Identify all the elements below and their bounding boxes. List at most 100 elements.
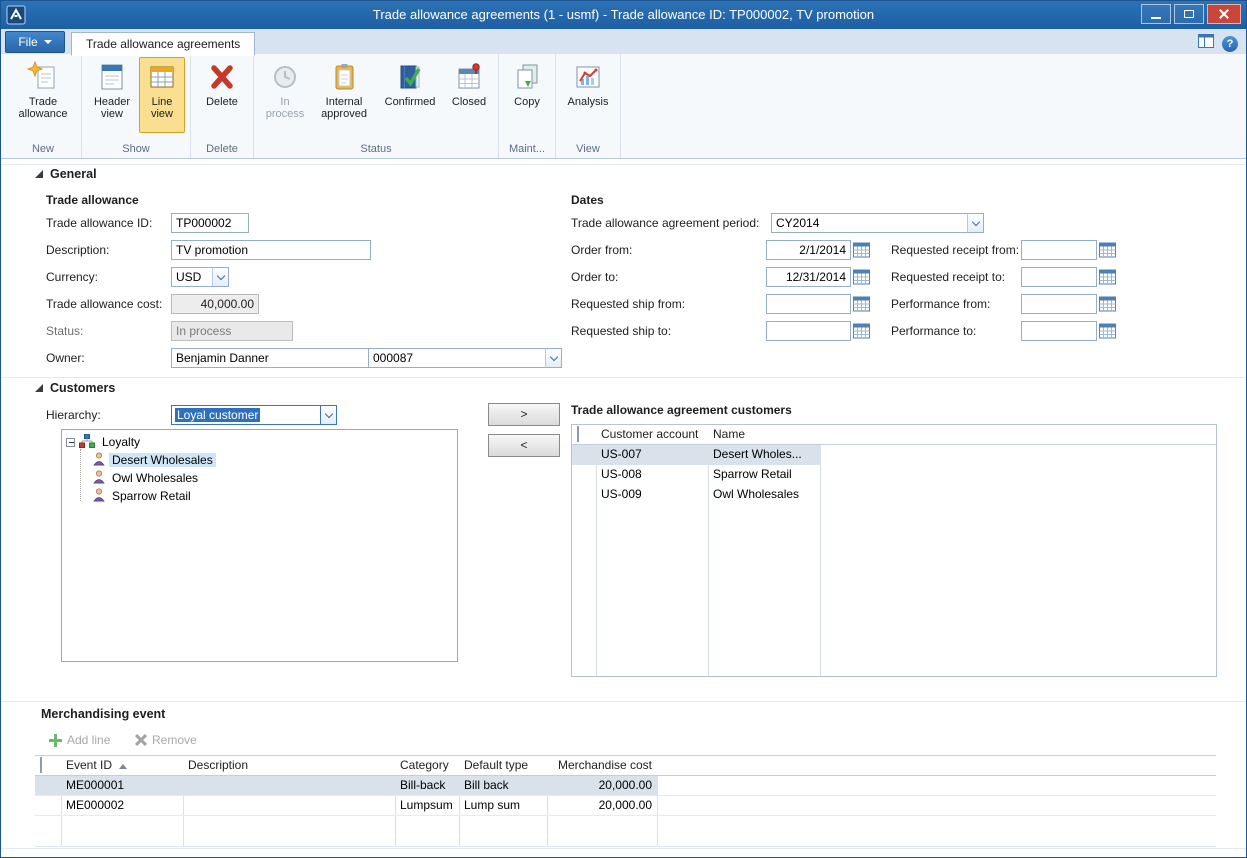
person-icon [93, 452, 105, 469]
dates-group-title: Dates [571, 193, 604, 207]
close-button[interactable] [1207, 4, 1241, 24]
header-view-icon [96, 61, 128, 93]
column-header[interactable]: Merchandise cost [547, 756, 657, 775]
description-field[interactable] [171, 240, 371, 260]
currency-field[interactable] [171, 267, 213, 287]
analysis-button[interactable]: Analysis [561, 57, 615, 133]
minimize-button[interactable] [1141, 4, 1171, 24]
requested-ship-from-field[interactable] [766, 294, 851, 314]
trade-allowance-button[interactable]: Trade allowance [10, 57, 76, 133]
category-cell: Lumpsum [395, 796, 459, 815]
field-label: Requested ship from: [571, 294, 685, 314]
calendar-icon[interactable] [1098, 321, 1117, 341]
tree-node-label: Desert Wholesales [109, 453, 216, 467]
table-row[interactable]: US-008 Sparrow Retail [572, 465, 1216, 485]
description-cell [183, 796, 395, 815]
period-dropdown-button[interactable] [967, 213, 984, 233]
requested-ship-to-field[interactable] [766, 321, 851, 341]
column-header[interactable]: Event ID [61, 756, 183, 775]
table-row[interactable]: US-007 Desert Wholes... [572, 445, 1216, 465]
ribbon-group-view: Analysis View [556, 54, 621, 158]
field-label: Owner: [46, 348, 85, 368]
hierarchy-combobox[interactable]: Loyal customer [171, 405, 321, 425]
in-process-icon [269, 61, 301, 93]
button-label: Copy [514, 96, 540, 108]
column-header[interactable]: Description [183, 756, 395, 775]
section-general[interactable]: General [35, 167, 97, 181]
tree-node-loyalty[interactable]: Loyalty [66, 433, 453, 451]
status-field [171, 321, 293, 341]
internal-approved-button[interactable]: Internal approved [313, 57, 375, 133]
section-title: Customers [50, 381, 115, 395]
calendar-icon[interactable] [852, 267, 871, 287]
help-icon[interactable]: ? [1222, 36, 1238, 52]
collapse-icon [35, 384, 43, 392]
order-to-field[interactable] [766, 267, 851, 287]
chevron-down-icon [216, 271, 224, 279]
calendar-icon[interactable] [1098, 267, 1117, 287]
merchandise-cost-cell: 20,000.00 [547, 796, 657, 815]
select-all-checkbox[interactable] [577, 426, 579, 442]
menu-bar: File Trade allowance agreements ? [1, 29, 1246, 55]
line-view-button[interactable]: Line view [139, 57, 185, 133]
ribbon-group-delete: Delete Delete [191, 54, 254, 158]
performance-from-field[interactable] [1021, 294, 1097, 314]
tree-node-customer[interactable]: Desert Wholesales [93, 451, 453, 469]
move-left-button[interactable]: < [488, 434, 560, 457]
owner-name-field[interactable] [171, 348, 369, 368]
confirmed-button[interactable]: Confirmed [377, 57, 443, 133]
table-row[interactable]: ME000001 Bill-back Bill back 20,000.00 [35, 776, 1216, 796]
column-header[interactable]: Default type [459, 756, 547, 775]
section-customers[interactable]: Customers [35, 381, 115, 395]
copy-icon [511, 61, 543, 93]
person-icon [93, 488, 105, 505]
currency-dropdown-button[interactable] [212, 267, 229, 287]
owner-dropdown-button[interactable] [545, 348, 562, 368]
select-all-checkbox[interactable] [40, 757, 42, 773]
calendar-icon[interactable] [852, 294, 871, 314]
layout-icon[interactable] [1198, 34, 1214, 53]
event-id-cell: ME000001 [61, 776, 183, 795]
column-header[interactable]: Category [395, 756, 459, 775]
table-row[interactable]: ME000002 Lumpsum Lump sum 20,000.00 [35, 796, 1216, 816]
performance-to-field[interactable] [1021, 321, 1097, 341]
trade-allowance-id-field[interactable] [171, 213, 249, 233]
tree-node-customer[interactable]: Sparrow Retail [93, 487, 453, 505]
hierarchy-dropdown-button[interactable] [320, 405, 337, 425]
button-label: Line view [143, 96, 181, 120]
delete-button[interactable]: Delete [196, 57, 248, 133]
file-menu-button[interactable]: File [5, 31, 65, 53]
column-header[interactable]: Customer account [596, 425, 708, 444]
button-label: Header view [91, 96, 133, 120]
ribbon: Trade allowance New [1, 54, 1246, 159]
tree-node-customer[interactable]: Owl Wholesales [93, 469, 453, 487]
customer-name-cell: Desert Wholes... [708, 445, 820, 465]
move-right-button[interactable]: > [488, 403, 560, 426]
closed-button[interactable]: Closed [445, 57, 493, 133]
closed-icon [453, 61, 485, 93]
calendar-icon[interactable] [852, 321, 871, 341]
owner-code-field[interactable] [368, 348, 546, 368]
table-row[interactable]: US-009 Owl Wholesales [572, 485, 1216, 505]
copy-button[interactable]: Copy [504, 57, 550, 133]
requested-receipt-from-field[interactable] [1021, 240, 1097, 260]
calendar-icon[interactable] [1098, 294, 1117, 314]
calendar-icon[interactable] [852, 240, 871, 260]
agreement-period-field[interactable] [771, 213, 968, 233]
in-process-button: In process [259, 57, 311, 133]
app-window: Trade allowance agreements (1 - usmf) - … [0, 0, 1247, 858]
tab-trade-allowance-agreements[interactable]: Trade allowance agreements [71, 32, 255, 56]
column-header[interactable]: Name [708, 425, 820, 444]
calendar-icon[interactable] [1098, 240, 1117, 260]
order-from-field[interactable] [766, 240, 851, 260]
ribbon-group-status: In process Internal approved [254, 54, 499, 158]
person-icon [93, 470, 105, 487]
field-label: Requested receipt to: [891, 267, 1005, 287]
requested-receipt-to-field[interactable] [1021, 267, 1097, 287]
collapse-expander-icon[interactable] [66, 438, 75, 447]
trade-allowance-group-title: Trade allowance [46, 193, 139, 207]
maximize-button[interactable] [1174, 4, 1204, 24]
plus-icon [49, 734, 62, 747]
header-view-button[interactable]: Header view [87, 57, 137, 133]
group-label-new: New [9, 141, 77, 158]
